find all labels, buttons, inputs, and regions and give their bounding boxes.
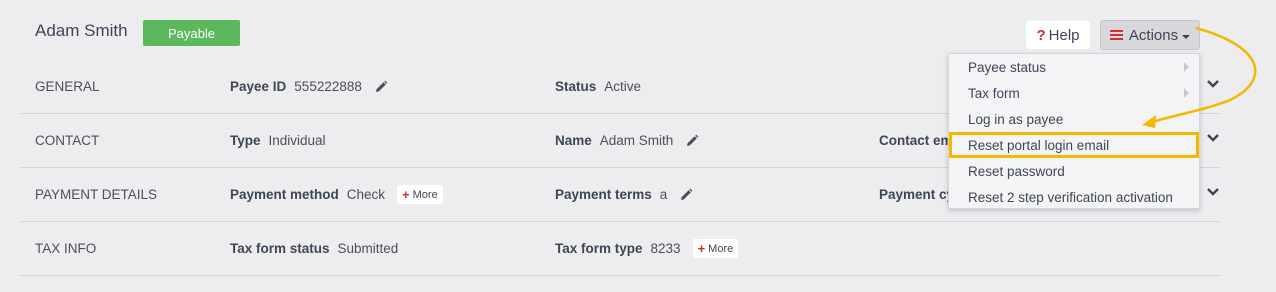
field-value: 8233 <box>650 241 681 256</box>
field-label: Tax form status <box>230 241 330 256</box>
field-label: Payment cy <box>879 187 955 202</box>
menu-item-reset-portal-login-email[interactable]: Reset portal login email <box>949 132 1199 158</box>
field-payment-cycle: Payment cy <box>879 168 954 221</box>
menu-item-label: Reset 2 step verification activation <box>968 189 1173 205</box>
field-status: Status Active <box>555 60 641 113</box>
field-payment-method: Payment method Check + More <box>230 168 443 221</box>
field-value: Check <box>346 187 386 202</box>
field-contact-email: Contact em <box>879 114 953 167</box>
field-label: Status <box>555 79 597 94</box>
field-label: Payment method <box>230 187 339 202</box>
help-button[interactable]: ? Help <box>1026 21 1090 49</box>
caret-down-icon <box>1182 34 1191 39</box>
field-value: 555222888 <box>294 79 362 94</box>
section-title: CONTACT <box>35 133 100 148</box>
field-value: Submitted <box>337 241 399 256</box>
more-button[interactable]: + More <box>692 239 739 258</box>
field-label: Tax form type <box>555 241 643 256</box>
section-row-tax-info[interactable]: TAX INFO Tax form status Submitted Tax f… <box>20 222 1220 276</box>
actions-button[interactable]: Actions <box>1100 20 1200 50</box>
more-label: More <box>412 188 438 201</box>
actions-dropdown-menu: Payee status Tax form Log in as payee Re… <box>948 53 1200 209</box>
menu-item-reset-password[interactable]: Reset password <box>949 158 1199 184</box>
field-label: Name <box>555 133 592 148</box>
field-tax-form-status: Tax form status Submitted <box>230 222 398 275</box>
field-value: a <box>659 187 668 202</box>
field-type: Type Individual <box>230 114 326 167</box>
menu-item-label: Log in as payee <box>968 111 1064 127</box>
field-label: Payee ID <box>230 79 287 94</box>
pencil-icon[interactable] <box>679 188 693 202</box>
payee-name: Adam Smith <box>35 21 128 40</box>
menu-item-label: Reset password <box>968 163 1065 179</box>
more-label: More <box>708 242 734 255</box>
field-value: Active <box>604 79 642 94</box>
chevron-down-icon[interactable] <box>1206 187 1220 197</box>
submenu-arrow-icon <box>1184 88 1189 98</box>
field-value: Adam Smith <box>599 133 674 148</box>
menu-item-reset-2-step-verification[interactable]: Reset 2 step verification activation <box>949 184 1199 210</box>
field-label: Type <box>230 133 261 148</box>
field-label: Contact em <box>879 133 953 148</box>
menu-item-tax-form[interactable]: Tax form <box>949 80 1199 106</box>
plus-icon: + <box>402 187 410 202</box>
submenu-arrow-icon <box>1184 62 1189 72</box>
field-value: Individual <box>268 133 326 148</box>
pencil-icon[interactable] <box>685 134 699 148</box>
menu-item-payee-status[interactable]: Payee status <box>949 54 1199 80</box>
field-payee-id: Payee ID 555222888 <box>230 60 388 113</box>
status-badge: Payable <box>143 20 240 46</box>
plus-icon: + <box>697 241 706 256</box>
section-title: GENERAL <box>35 79 100 94</box>
field-label: Payment terms <box>555 187 652 202</box>
question-mark-icon: ? <box>1036 26 1046 44</box>
chevron-down-icon[interactable] <box>1206 79 1220 89</box>
menu-item-label: Tax form <box>968 85 1020 101</box>
section-title: PAYMENT DETAILS <box>35 187 158 202</box>
pencil-icon[interactable] <box>374 80 388 94</box>
actions-label: Actions <box>1128 26 1179 44</box>
menu-item-log-in-as-payee[interactable]: Log in as payee <box>949 106 1199 132</box>
field-name: Name Adam Smith <box>555 114 699 167</box>
menu-item-label: Payee status <box>968 59 1047 75</box>
more-button[interactable]: + More <box>397 185 443 204</box>
section-title: TAX INFO <box>35 241 97 256</box>
help-label: Help <box>1048 26 1080 44</box>
menu-item-label: Reset portal login email <box>968 137 1110 153</box>
hamburger-icon <box>1109 30 1123 40</box>
chevron-down-icon[interactable] <box>1206 133 1220 143</box>
field-tax-form-type: Tax form type 8233 + More <box>555 222 739 275</box>
field-payment-terms: Payment terms a <box>555 168 693 221</box>
